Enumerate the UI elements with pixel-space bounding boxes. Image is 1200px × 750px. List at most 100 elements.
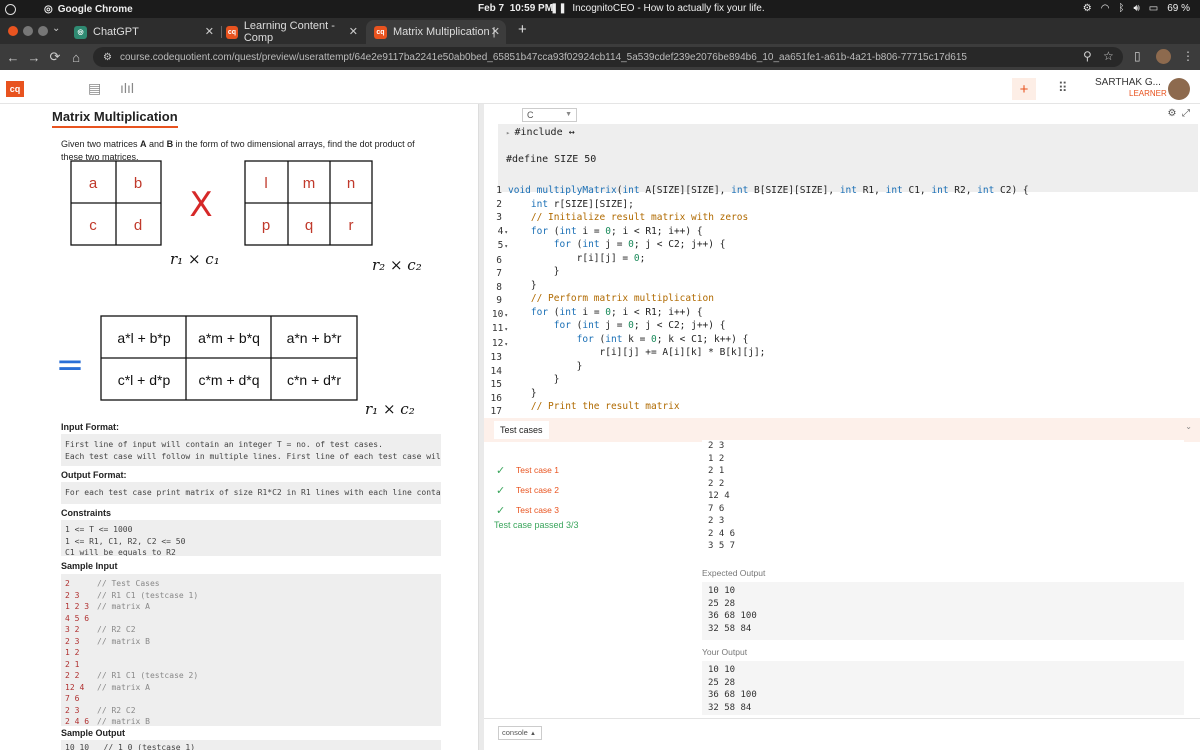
tab-label: Learning Content - Comp bbox=[243, 20, 335, 44]
code-line[interactable]: // Print the result matrix bbox=[508, 400, 1029, 414]
new-tab-button[interactable]: + bbox=[518, 21, 527, 38]
zoom-icon[interactable]: ⚲ bbox=[1083, 49, 1092, 63]
address-bar[interactable]: ⚙ course.codequotient.com/quest/preview/… bbox=[93, 47, 1123, 67]
multiply-sign: X bbox=[189, 185, 212, 225]
console-label: console bbox=[502, 728, 528, 737]
reload-icon[interactable]: ⟳ bbox=[47, 49, 63, 65]
app-header: cq ▤ ılıl + ⠿ SARTHAK G... LEARNER bbox=[0, 72, 1200, 104]
matrix-a-cell: d bbox=[134, 217, 142, 234]
result-cell: c*n + d*r bbox=[287, 372, 341, 388]
code-line[interactable]: } bbox=[508, 373, 1029, 387]
tab-test-cases[interactable]: Test cases bbox=[494, 421, 549, 439]
close-window-button[interactable] bbox=[8, 26, 18, 36]
result-cell: a*n + b*r bbox=[287, 330, 342, 346]
menu-icon[interactable]: ⋮ bbox=[1182, 49, 1194, 63]
window-controls bbox=[8, 26, 48, 36]
test-case-item[interactable]: ✓ Test case 3 bbox=[496, 500, 559, 520]
code-line[interactable]: for (int j = 0; j < C2; j++) { bbox=[508, 238, 1029, 252]
tab-chatgpt[interactable]: ◎ ChatGPT ✕ bbox=[66, 20, 220, 44]
document-icon[interactable]: ▤ bbox=[88, 80, 101, 97]
logo[interactable]: cq bbox=[6, 81, 24, 97]
test-case-item[interactable]: ✓ Test case 1 bbox=[496, 460, 559, 480]
avatar[interactable] bbox=[1168, 78, 1190, 100]
code-line[interactable]: void multiplyMatrix(int A[SIZE][SIZE], i… bbox=[508, 184, 1029, 198]
code-line[interactable]: r[i][j] = 0; bbox=[508, 252, 1029, 266]
header-line: #include ↔ bbox=[514, 127, 575, 138]
sample-input-line: 2 3 // matrix B bbox=[65, 636, 437, 648]
media-indicator[interactable]: ❚❚ IncognitoCEO - How to actually fix yo… bbox=[550, 3, 765, 14]
sample-value: 7 6 bbox=[65, 694, 80, 703]
tab-matrix-multiplication[interactable]: cq Matrix Multiplication | C ✕ bbox=[366, 20, 506, 44]
clock[interactable]: Feb 7 10:59 PM bbox=[478, 3, 553, 14]
app-menu[interactable]: ◎ Google Chrome bbox=[44, 4, 133, 15]
test-case-label: Test case 2 bbox=[516, 485, 559, 495]
site-info-icon[interactable]: ⚙ bbox=[103, 52, 112, 63]
problem-panel: Matrix Multiplication Given two matrices… bbox=[0, 104, 478, 750]
line-number: 7 bbox=[496, 268, 502, 279]
code-line[interactable]: } bbox=[508, 387, 1029, 401]
chart-icon[interactable]: ılıl bbox=[120, 80, 134, 96]
forward-icon[interactable]: → bbox=[26, 50, 42, 65]
sample-value: 2 bbox=[65, 579, 70, 588]
code-line[interactable]: int r[SIZE][SIZE]; bbox=[508, 198, 1029, 212]
code-line[interactable]: r[i][j] += A[i][k] * B[k][j]; bbox=[508, 346, 1029, 360]
code-line[interactable]: for (int j = 0; j < C2; j++) { bbox=[508, 319, 1029, 333]
profile-icon[interactable] bbox=[1156, 49, 1171, 64]
sample-output-line: 10 10 // 1 0 (testcase 1) bbox=[65, 743, 196, 750]
code-line[interactable]: } bbox=[508, 279, 1029, 293]
add-button[interactable]: + bbox=[1012, 78, 1036, 100]
collapse-icon[interactable]: ⌄ bbox=[1185, 422, 1192, 431]
bookmark-icon[interactable]: ☆ bbox=[1103, 49, 1114, 63]
code-line[interactable]: } bbox=[508, 360, 1029, 374]
tab-search-icon[interactable]: ⌄ bbox=[52, 23, 60, 34]
include-line[interactable]: ▸ #include ↔ bbox=[506, 126, 1190, 140]
back-icon[interactable]: ← bbox=[5, 50, 21, 65]
code-line[interactable]: } bbox=[508, 265, 1029, 279]
time-text: 10:59 PM bbox=[509, 3, 554, 14]
line-number: 17 bbox=[490, 406, 502, 417]
tab-label: ChatGPT bbox=[93, 26, 139, 38]
expand-icon[interactable]: ⤢ bbox=[1182, 108, 1190, 119]
tab-learning-content[interactable]: cq Learning Content - Comp ✕ bbox=[218, 20, 364, 44]
bluetooth-icon: ᛒ bbox=[1118, 3, 1125, 14]
input-format-line: Each test case will follow in multiple l… bbox=[65, 451, 441, 461]
close-tab-icon[interactable]: ✕ bbox=[205, 25, 214, 38]
language-select[interactable]: C ▼ bbox=[522, 108, 577, 122]
apps-grid-icon[interactable]: ⠿ bbox=[1058, 80, 1068, 96]
close-tab-icon[interactable]: ✕ bbox=[349, 25, 358, 38]
sample-value: 1 2 bbox=[65, 648, 80, 657]
sample-output-heading: Sample Output bbox=[61, 728, 126, 738]
check-icon: ✓ bbox=[496, 504, 506, 517]
sample-input-line: 1 2 3 // matrix A bbox=[65, 601, 437, 613]
maximize-window-button[interactable] bbox=[38, 26, 48, 36]
system-tray[interactable]: ⚙ ◠ ᛒ 🔊︎ ▭ 69 % bbox=[1083, 3, 1190, 14]
user-name[interactable]: SARTHAK G... bbox=[1095, 77, 1161, 88]
sidepanel-icon[interactable]: ▯ bbox=[1134, 49, 1141, 63]
result-cell: c*l + d*p bbox=[118, 372, 171, 388]
matrix-a-size-note: r₁ × c₁ bbox=[170, 250, 220, 268]
matrix-b-cell: r bbox=[349, 217, 354, 234]
code-line[interactable]: for (int k = 0; k < C1; k++) { bbox=[508, 333, 1029, 347]
activities-button[interactable] bbox=[0, 0, 20, 18]
test-case-item[interactable]: ✓ Test case 2 bbox=[496, 480, 559, 500]
line-number: 12▾ bbox=[491, 337, 508, 349]
code-line[interactable]: for (int i = 0; i < R1; i++) { bbox=[508, 306, 1029, 320]
check-icon: ✓ bbox=[496, 464, 506, 477]
code-line[interactable]: // Perform matrix multiplication bbox=[508, 292, 1029, 306]
test-input-box: 2 3 1 2 2 1 2 2 12 4 7 6 2 3 2 4 6 3 5 7 bbox=[702, 440, 1184, 558]
code-line[interactable]: // Initialize result matrix with zeros bbox=[508, 211, 1029, 225]
code-line[interactable]: for (int i = 0; i < R1; i++) { bbox=[508, 225, 1029, 239]
code-editor[interactable]: void multiplyMatrix(int A[SIZE][SIZE], i… bbox=[508, 184, 1029, 414]
home-icon[interactable]: ⌂ bbox=[68, 50, 84, 65]
date-text: Feb 7 bbox=[478, 3, 505, 14]
close-tab-icon[interactable]: ✕ bbox=[491, 25, 500, 38]
settings-icon[interactable]: ⚙ bbox=[1167, 108, 1176, 119]
sample-input-heading: Sample Input bbox=[61, 561, 118, 571]
line-number: 16 bbox=[490, 392, 502, 404]
line-number: 2 bbox=[496, 198, 502, 210]
sample-comment: // matrix A bbox=[97, 682, 150, 692]
console-button[interactable]: console ▲ bbox=[498, 726, 542, 740]
os-top-bar: ◎ Google Chrome Feb 7 10:59 PM ❚❚ Incogn… bbox=[0, 0, 1200, 18]
test-pass-status: Test case passed 3/3 bbox=[494, 520, 579, 530]
minimize-window-button[interactable] bbox=[23, 26, 33, 36]
